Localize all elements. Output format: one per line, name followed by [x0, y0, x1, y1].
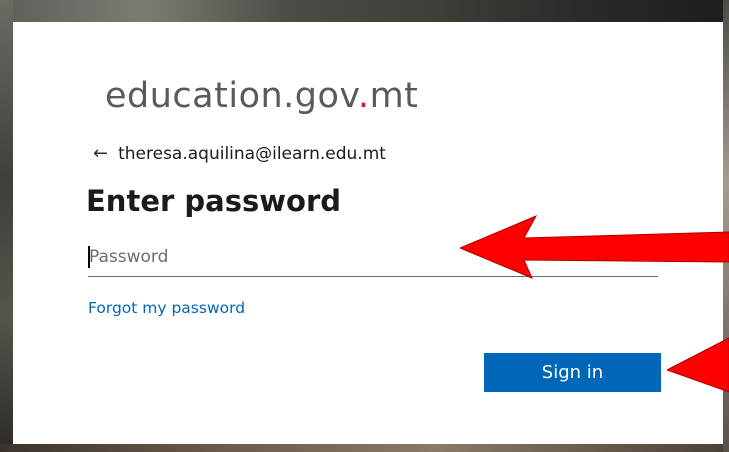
- arrow-to-password-field: [460, 214, 729, 279]
- logo-prefix: education.gov: [105, 76, 358, 116]
- arrow-to-signin-button: [667, 337, 729, 393]
- screenshot-stage: education.gov.mt ← theresa.aquilina@ilea…: [0, 0, 729, 452]
- background-photo-top: [0, 0, 729, 22]
- signin-button[interactable]: Sign in: [484, 353, 661, 392]
- forgot-password-link[interactable]: Forgot my password: [88, 299, 245, 317]
- text-cursor: [88, 246, 90, 268]
- background-photo-bottom: [0, 444, 729, 452]
- background-photo-left: [0, 0, 13, 452]
- logo-dot: .: [357, 76, 370, 116]
- identity-banner: ← theresa.aquilina@ilearn.edu.mt: [93, 144, 386, 164]
- logo-suffix: mt: [369, 76, 419, 116]
- arrow-left-icon[interactable]: ←: [93, 145, 108, 163]
- brand-logo: education.gov.mt: [105, 76, 418, 116]
- identity-email: theresa.aquilina@ilearn.edu.mt: [118, 144, 386, 164]
- page-title: Enter password: [86, 184, 342, 218]
